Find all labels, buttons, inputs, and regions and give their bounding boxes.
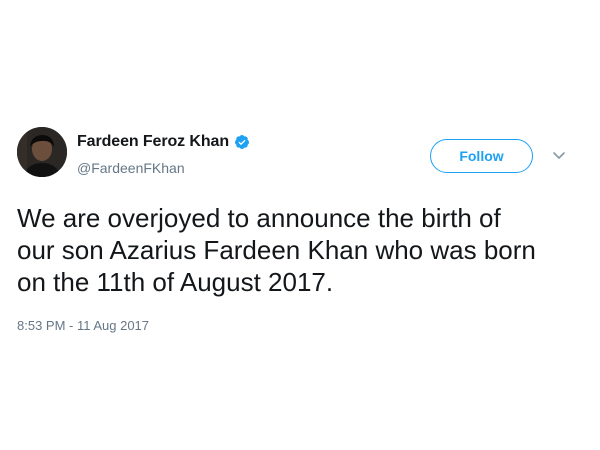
verified-badge-icon <box>235 135 250 149</box>
tweet-text: We are overjoyed to announce the birth o… <box>17 202 577 298</box>
avatar[interactable] <box>17 127 67 177</box>
author-handle[interactable]: @FardeenFKhan <box>77 160 185 176</box>
author-display-name[interactable]: Fardeen Feroz Khan <box>77 133 229 151</box>
tweet-timestamp[interactable]: 8:53 PM - 11 Aug 2017 <box>17 318 149 333</box>
tweet-text-line: on the 11th of August 2017. <box>17 267 334 297</box>
chevron-down-icon[interactable] <box>552 150 566 160</box>
tweet-card: Fardeen Feroz Khan @FardeenFKhan Follow … <box>0 0 600 450</box>
follow-button[interactable]: Follow <box>430 139 533 173</box>
author-name-row[interactable]: Fardeen Feroz Khan <box>77 133 250 151</box>
tweet-text-line: We are overjoyed to announce the birth o… <box>17 203 501 233</box>
avatar-photo-icon <box>17 127 67 177</box>
tweet-text-line: our son Azarius Fardeen Khan who was bor… <box>17 235 536 265</box>
